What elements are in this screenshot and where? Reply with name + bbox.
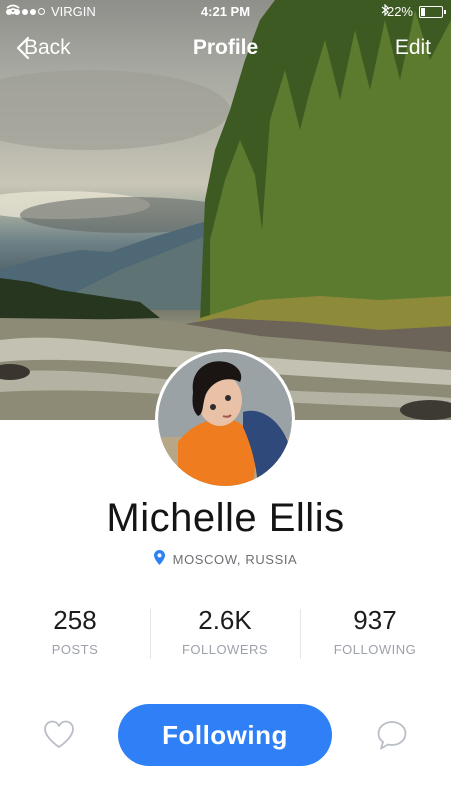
stat-label: POSTS xyxy=(51,642,99,657)
following-button[interactable]: Following xyxy=(118,704,332,766)
avatar[interactable] xyxy=(155,349,295,489)
status-right: 22% xyxy=(381,4,446,19)
profile-stats: 258 POSTS 2.6K FOLLOWERS 937 FOLLOWING xyxy=(0,605,451,665)
battery-percent: 22% xyxy=(386,4,413,19)
stat-following[interactable]: 937 FOLLOWING xyxy=(300,605,450,665)
battery-fill xyxy=(421,7,425,16)
stat-value: 937 xyxy=(353,605,397,635)
stat-followers[interactable]: 2.6K FOLLOWERS xyxy=(150,605,300,665)
battery-icon xyxy=(419,5,446,18)
status-bar: VIRGIN 4:21 PM 22% xyxy=(0,0,451,22)
navigation-bar: Back Profile Edit xyxy=(0,30,451,70)
profile-actions: Following xyxy=(0,704,451,768)
heart-icon xyxy=(42,720,76,756)
chat-bubble-icon xyxy=(375,721,409,756)
stat-value: 258 xyxy=(53,605,97,635)
stat-label: FOLLOWING xyxy=(333,642,417,657)
stat-value: 2.6K xyxy=(198,605,252,635)
battery-cap xyxy=(444,9,446,14)
map-pin-icon xyxy=(153,550,165,568)
stat-posts[interactable]: 258 POSTS xyxy=(0,605,150,665)
page-title: Profile xyxy=(192,36,259,59)
location-text: MOSCOW, RUSSIA xyxy=(172,551,298,567)
stat-label: FOLLOWERS xyxy=(181,642,269,657)
profile-photo xyxy=(158,352,292,486)
edit-button[interactable]: Edit xyxy=(395,36,431,60)
message-button[interactable] xyxy=(375,718,409,752)
like-button[interactable] xyxy=(42,718,76,752)
profile-name: Michelle Ellis xyxy=(106,496,345,540)
location: MOSCOW, RUSSIA xyxy=(0,550,451,568)
